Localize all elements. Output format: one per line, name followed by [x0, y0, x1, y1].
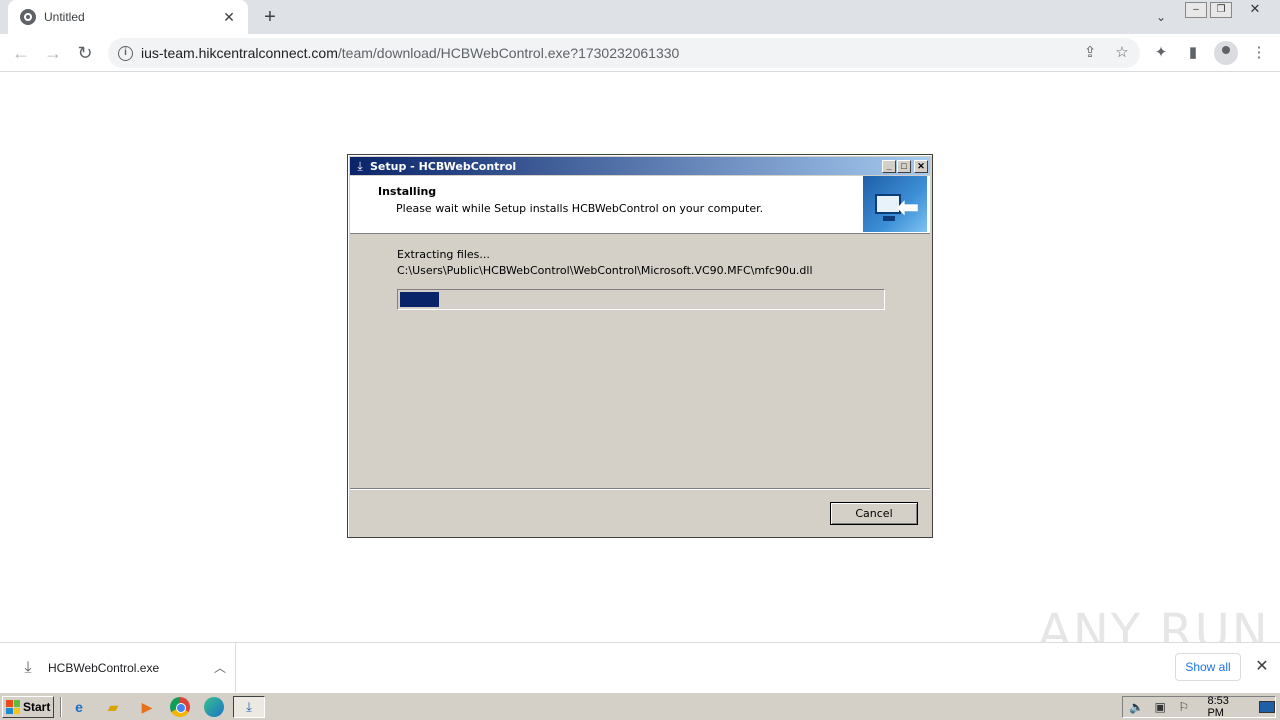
profile-avatar[interactable]: [1214, 41, 1238, 65]
download-item[interactable]: ⤓ HCBWebControl.exe ︿: [0, 643, 236, 692]
clock[interactable]: 8:53 PM: [1207, 695, 1247, 719]
url-path: /team/download/HCBWebControl.exe?1730232…: [337, 45, 680, 61]
windows-flag-icon: [6, 700, 20, 714]
tab-close-icon[interactable]: ✕: [220, 9, 238, 26]
progress-fill: [400, 292, 439, 307]
url-host: ius-team.hikcentralconnect.com: [141, 45, 338, 61]
install-progress-bar: [397, 289, 885, 310]
installer-taskbar-button[interactable]: ⤓: [233, 696, 265, 718]
download-file-icon: ⤓: [24, 658, 32, 676]
side-panel-icon[interactable]: ▮: [1182, 42, 1204, 64]
taskbar: Start e ▰ ▶ ⤓ 🔈 ▣ ⚐ 8:53 PM: [0, 692, 1280, 720]
extensions-icon[interactable]: ✦: [1150, 42, 1172, 64]
back-arrow-icon[interactable]: ←: [8, 40, 34, 66]
chrome-icon[interactable]: [170, 697, 190, 717]
minimize-button[interactable]: –: [1185, 2, 1207, 18]
header-title: Installing: [378, 185, 437, 198]
show-desktop-icon[interactable]: [1259, 701, 1275, 713]
url-text[interactable]: ius-team.hikcentralconnect.com/team/down…: [141, 45, 679, 61]
browser-toolbar: ← → ↻ i ius-team.hikcentralconnect.com/t…: [0, 34, 1280, 72]
setup-dialog: ⤓ Setup - HCBWebControl _ □ ✕ Installing…: [347, 154, 933, 538]
taskbar-separator: [60, 697, 62, 717]
chevron-up-icon[interactable]: ︿: [205, 659, 235, 676]
flag-icon[interactable]: ⚐: [1174, 700, 1193, 714]
start-label: Start: [23, 700, 51, 714]
dialog-close-button[interactable]: ✕: [914, 159, 928, 173]
new-tab-button[interactable]: +: [258, 6, 282, 28]
star-icon[interactable]: ☆: [1112, 43, 1132, 63]
edge-icon[interactable]: [204, 697, 224, 717]
globe-icon: [20, 9, 36, 25]
close-window-button[interactable]: ✕: [1235, 2, 1275, 18]
tab-strip: Untitled ✕ + ⌄ – ❐ ✕: [0, 0, 1280, 34]
dialog-maximize-button[interactable]: □: [897, 159, 911, 173]
browser-tab[interactable]: Untitled ✕: [8, 0, 248, 34]
restore-button[interactable]: ❐: [1210, 2, 1232, 18]
address-bar[interactable]: i ius-team.hikcentralconnect.com/team/do…: [108, 38, 1140, 68]
media-player-icon[interactable]: ▶: [136, 697, 158, 717]
tab-title: Untitled: [44, 10, 85, 24]
system-tray: 🔈 ▣ ⚐ 8:53 PM: [1122, 695, 1276, 719]
show-all-button[interactable]: Show all: [1175, 653, 1241, 681]
dialog-header: Installing Please wait while Setup insta…: [350, 176, 930, 234]
status-label: Extracting files...: [397, 248, 490, 261]
volume-icon[interactable]: 🔈: [1127, 700, 1146, 714]
internet-explorer-icon[interactable]: e: [68, 697, 90, 717]
forward-arrow-icon[interactable]: →: [40, 40, 66, 66]
folder-icon[interactable]: ▰: [102, 697, 124, 717]
window-controls: – ❐ ✕: [1182, 2, 1275, 18]
cancel-button[interactable]: Cancel: [830, 502, 918, 525]
chevron-down-icon[interactable]: ⌄: [1150, 6, 1172, 28]
current-file-path: C:\Users\Public\HCBWebControl\WebControl…: [397, 264, 813, 277]
reload-icon[interactable]: ↻: [72, 40, 98, 66]
download-file-name: HCBWebControl.exe: [48, 660, 160, 675]
header-subtitle: Please wait while Setup installs HCBWebC…: [396, 202, 764, 215]
close-downloads-icon[interactable]: ✕: [1252, 656, 1272, 678]
dialog-divider: [350, 488, 930, 490]
info-icon[interactable]: i: [118, 45, 133, 61]
dialog-titlebar[interactable]: ⤓ Setup - HCBWebControl _ □ ✕: [350, 157, 930, 175]
installer-icon: ⤓: [357, 159, 363, 173]
menu-kebab-icon[interactable]: ⋮: [1248, 42, 1270, 64]
downloads-bar: ⤓ HCBWebControl.exe ︿ Show all ✕: [0, 642, 1280, 692]
setup-monitor-icon: ⬅: [863, 176, 927, 232]
start-button[interactable]: Start: [2, 696, 54, 718]
dialog-minimize-button[interactable]: _: [882, 159, 896, 173]
network-icon[interactable]: ▣: [1150, 700, 1169, 714]
share-icon[interactable]: ⇪: [1080, 43, 1100, 63]
dialog-title: Setup - HCBWebControl: [370, 159, 517, 173]
